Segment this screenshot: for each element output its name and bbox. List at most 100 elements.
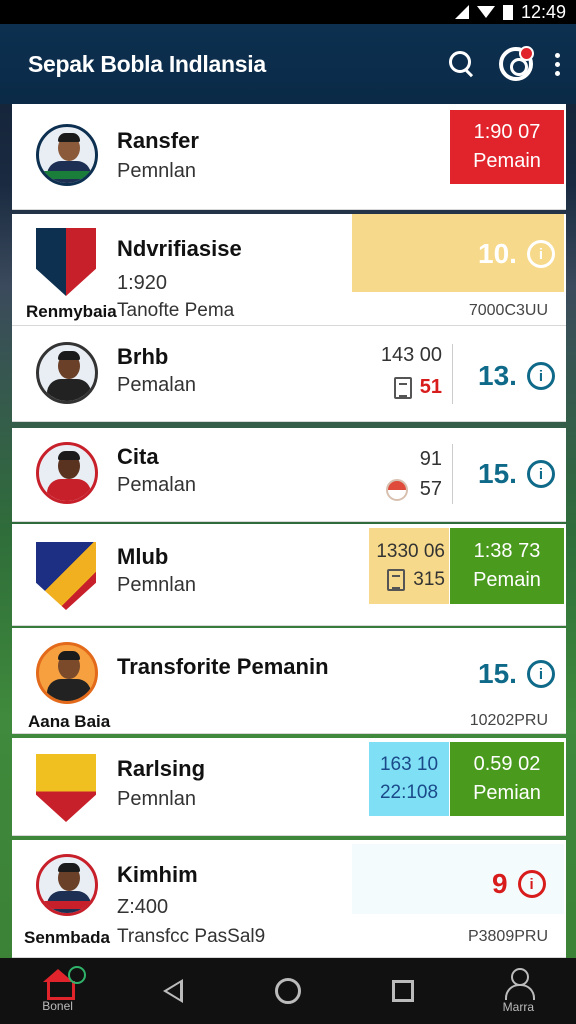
item-subtitle: Pemnlan bbox=[117, 160, 196, 182]
player-avatar bbox=[36, 442, 98, 504]
ref-code: 10202PRU bbox=[469, 712, 548, 729]
score-badge[interactable]: 15. i bbox=[478, 658, 555, 690]
home-circle-icon bbox=[274, 978, 301, 1004]
badge-value: 0.59 02 bbox=[473, 753, 541, 775]
score-value: 15. bbox=[478, 658, 517, 689]
player-avatar bbox=[36, 342, 98, 404]
item-subcaption: Transfcc PasSal9 bbox=[117, 926, 266, 947]
item-subtitle: Pemalan bbox=[117, 374, 196, 396]
item-title: Rarlsing bbox=[117, 756, 206, 781]
bottom-nav-bar: Bonel Marra bbox=[0, 958, 576, 1024]
stat-badge[interactable]: 1330 06 315 bbox=[369, 528, 449, 604]
divider bbox=[452, 444, 453, 504]
item-subtitle: Pemnlan bbox=[117, 788, 196, 810]
document-icon bbox=[387, 568, 406, 591]
item-subcaption: Tanofte Pema bbox=[117, 300, 235, 321]
club-logo-icon[interactable] bbox=[499, 46, 534, 81]
nav-home-circle[interactable] bbox=[258, 958, 318, 1024]
item-title: Transforite Pemanin bbox=[117, 654, 329, 679]
item-subtitle: Z:400 bbox=[117, 896, 169, 918]
app-bar: Sepak Bobla Indlansia bbox=[0, 24, 576, 104]
score-badge[interactable]: 9 i bbox=[492, 868, 546, 900]
score-badge[interactable]: 10. i bbox=[478, 238, 555, 270]
stat-top: 91 bbox=[419, 448, 442, 470]
badge-value: 1330 06 bbox=[376, 540, 445, 562]
stat-bottom: 51 bbox=[358, 376, 442, 399]
status-badge[interactable]: 1:90 07 Pemain bbox=[450, 110, 564, 184]
badge-value: 1:90 07 bbox=[473, 121, 541, 143]
back-icon bbox=[162, 979, 183, 1003]
item-caption: Aana Baia bbox=[28, 712, 111, 731]
stat-badge[interactable]: 163 10 22:108 bbox=[369, 742, 449, 816]
list-item[interactable]: Kimhim Z:400 Senmbada Transfcc PasSal9 9… bbox=[12, 840, 566, 958]
item-subtitle: 1:920 bbox=[117, 272, 168, 294]
nav-home-label: Bonel bbox=[42, 999, 73, 1013]
player-avatar bbox=[36, 642, 98, 704]
list-item[interactable]: Transforite Pemanin Aana Baia 15. i 1020… bbox=[12, 628, 566, 734]
list-item[interactable]: Mlub Pemnlan 1330 06 315 1:38 73 Pemain bbox=[12, 524, 566, 626]
list-item[interactable]: Cita Pemalan 91 57 15. i bbox=[12, 428, 566, 522]
club-crest-icon bbox=[36, 542, 96, 610]
item-title: Ransfer bbox=[117, 128, 199, 153]
ref-code: 7000C3UU bbox=[468, 302, 548, 319]
item-title: Cita bbox=[117, 444, 159, 469]
search-icon[interactable] bbox=[447, 49, 477, 79]
ref-code: P3809PRU bbox=[467, 928, 548, 945]
item-subtitle: Pemnlan bbox=[117, 574, 196, 596]
stat-top: 143 00 bbox=[380, 344, 442, 366]
info-icon[interactable]: i bbox=[526, 240, 555, 268]
badge-label: Pemain bbox=[473, 150, 541, 172]
item-caption: Renmybaia bbox=[26, 302, 117, 321]
score-badge[interactable]: 15. i bbox=[478, 458, 555, 490]
badge-value: 22:108 bbox=[379, 782, 439, 803]
nav-back[interactable] bbox=[143, 958, 203, 1024]
stat-bottom: 57 bbox=[358, 478, 442, 501]
badge-value: 163 10 bbox=[379, 754, 439, 775]
badge-label: Pemain bbox=[473, 569, 541, 591]
list-item[interactable]: Rarlsing Pemnlan 163 10 22:108 0.59 02 P… bbox=[12, 738, 566, 836]
score-badge[interactable]: 13. i bbox=[478, 360, 555, 392]
recents-icon bbox=[392, 980, 415, 1002]
list-item[interactable]: Ransfer Pemnlan 1:90 07 Pemain bbox=[12, 104, 566, 210]
list-item[interactable]: Brhb Pemalan 143 00 51 13. i bbox=[12, 326, 566, 422]
person-icon bbox=[504, 968, 536, 1000]
score-value: 10. bbox=[478, 238, 517, 269]
status-time: 12:49 bbox=[520, 1, 566, 22]
list-item[interactable]: Ndvrifiasise 1:920 Renmybaia Tanofte Pem… bbox=[12, 214, 566, 326]
nav-home[interactable]: Bonel bbox=[28, 958, 88, 1024]
badge-value: 1:38 73 bbox=[473, 540, 541, 562]
nav-profile-label: Marra bbox=[502, 1000, 535, 1014]
score-value: 13. bbox=[478, 360, 517, 391]
wifi-icon bbox=[476, 6, 495, 18]
info-icon[interactable]: i bbox=[526, 362, 555, 390]
badge-label: Pemian bbox=[473, 782, 541, 804]
divider bbox=[452, 344, 453, 404]
club-crest-icon bbox=[36, 228, 96, 296]
nav-recents[interactable] bbox=[373, 958, 433, 1024]
player-avatar bbox=[36, 124, 98, 186]
status-badge[interactable]: 0.59 02 Pemian bbox=[450, 742, 564, 816]
item-title: Ndvrifiasise bbox=[117, 236, 242, 261]
ball-icon bbox=[385, 478, 408, 501]
info-icon[interactable]: i bbox=[526, 460, 555, 488]
more-vert-icon[interactable] bbox=[555, 52, 560, 76]
score-value: 15. bbox=[478, 458, 517, 489]
info-icon[interactable]: i bbox=[526, 660, 555, 688]
battery-icon bbox=[502, 4, 513, 20]
badge-value: 315 bbox=[387, 568, 445, 591]
status-bar: 12:49 bbox=[0, 0, 576, 24]
document-icon bbox=[393, 376, 412, 399]
nav-profile[interactable]: Marra bbox=[488, 958, 548, 1024]
signal-icon bbox=[454, 5, 469, 19]
item-title: Kimhim bbox=[117, 862, 198, 887]
info-icon[interactable]: i bbox=[517, 870, 546, 898]
item-subtitle: Pemalan bbox=[117, 474, 196, 496]
score-value: 9 bbox=[492, 868, 508, 899]
status-badge[interactable]: 1:38 73 Pemain bbox=[450, 528, 564, 604]
player-avatar bbox=[36, 854, 98, 916]
clock-icon bbox=[67, 966, 86, 984]
item-title: Brhb bbox=[117, 344, 169, 369]
item-title: Mlub bbox=[117, 544, 169, 569]
club-crest-icon bbox=[36, 754, 96, 822]
app-title: Sepak Bobla Indlansia bbox=[28, 50, 266, 77]
